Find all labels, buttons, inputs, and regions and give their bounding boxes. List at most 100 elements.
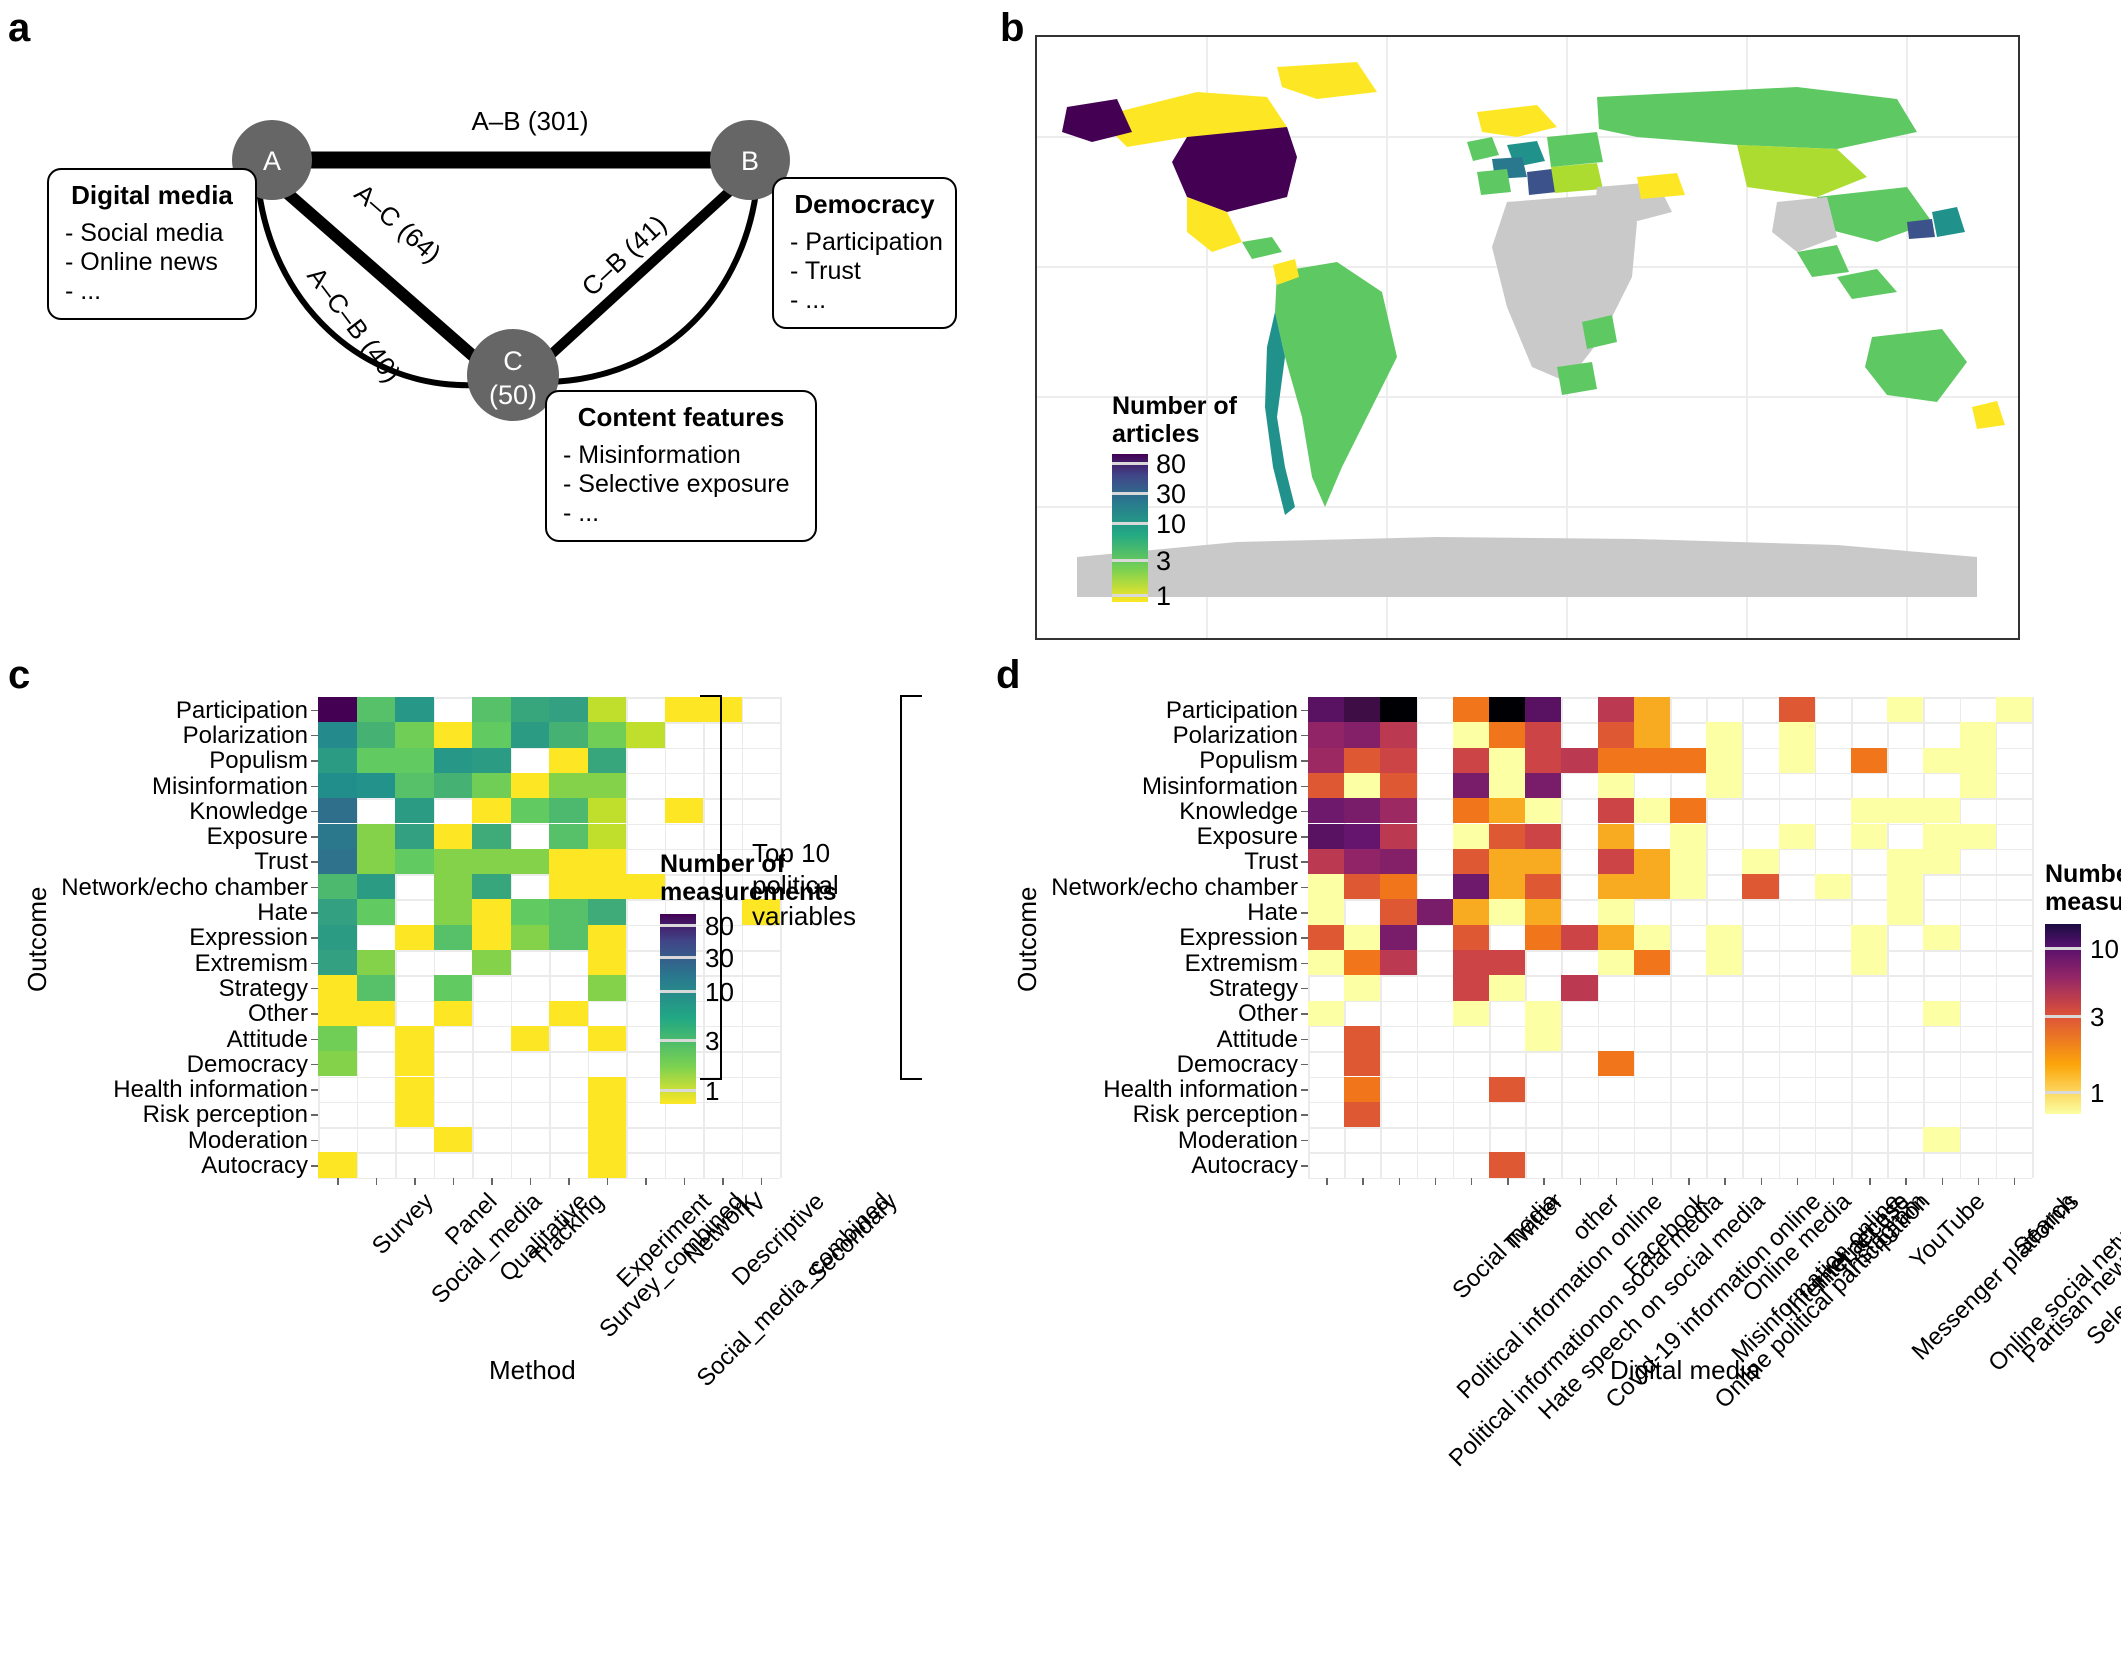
heatmap-cell bbox=[318, 798, 357, 824]
heatmap-cell bbox=[587, 697, 626, 723]
heatmap-cell bbox=[1633, 697, 1670, 723]
map-frame: Number of articles 80 30 10 3 1 bbox=[1035, 35, 2020, 640]
heatmap-cell bbox=[1959, 823, 1996, 849]
node-c-label: C bbox=[503, 346, 523, 376]
d-x-tickmark bbox=[1651, 1177, 1654, 1185]
heatmap-cell bbox=[549, 899, 588, 925]
heatmap-cell bbox=[1489, 975, 1526, 1001]
d-x-tickmark bbox=[1688, 1177, 1690, 1185]
heatmap-cell bbox=[587, 1076, 626, 1102]
heatmap-cell bbox=[587, 798, 626, 824]
heatmap-cell bbox=[1380, 722, 1417, 748]
heatmap-cell bbox=[587, 924, 626, 950]
heatmap-cell bbox=[1670, 874, 1707, 900]
heatmap-cell bbox=[1344, 747, 1381, 773]
heatmap-cell bbox=[1344, 874, 1381, 900]
heatmap-cell bbox=[549, 848, 588, 875]
d-x-tickmark bbox=[1434, 1177, 1437, 1185]
heatmap-cell bbox=[510, 722, 549, 748]
heatmap-cell bbox=[395, 798, 434, 824]
heatmap-cell bbox=[318, 823, 357, 849]
heatmap-cell bbox=[1923, 1000, 1960, 1026]
d-x-axis-title: Digital media bbox=[1610, 1355, 1761, 1385]
heatmap-cell bbox=[510, 798, 549, 824]
c-y-tick-18: Autocracy bbox=[201, 1152, 308, 1180]
heatmap-cell bbox=[1344, 1101, 1381, 1128]
panel-d-heatmap: Participation Polarization Populism Misinfo… bbox=[990, 655, 2121, 1665]
d-x-tickmark bbox=[1543, 1177, 1545, 1185]
infobox-democracy-item-1: - Trust bbox=[790, 257, 861, 285]
d-y-tick-2: Populism bbox=[1199, 747, 1298, 775]
d-x-tick-18: Search bbox=[2007, 1187, 2081, 1261]
map-russia bbox=[1597, 87, 1917, 149]
d-x-tickmark bbox=[1579, 1177, 1581, 1185]
map-africa bbox=[1492, 195, 1637, 382]
heatmap-cell bbox=[1344, 1025, 1381, 1052]
heatmap-cell bbox=[1742, 848, 1779, 875]
heatmap-cell bbox=[1887, 798, 1924, 824]
d-y-tick-8: Hate bbox=[1247, 899, 1298, 927]
heatmap-cell bbox=[1489, 772, 1526, 799]
infobox-digital-media: Digital media - Social media - Online ne… bbox=[47, 168, 257, 320]
heatmap-cell bbox=[1344, 722, 1381, 748]
heatmap-cell bbox=[472, 798, 511, 824]
heatmap-cell bbox=[395, 722, 434, 748]
heatmap-cell bbox=[1959, 722, 1996, 748]
legend-title-line1: Number of bbox=[2045, 860, 2121, 888]
heatmap-cell bbox=[1380, 874, 1417, 900]
heatmap-cell bbox=[1452, 874, 1489, 900]
infobox-democracy: Democracy - Participation - Trust - ... bbox=[772, 177, 957, 329]
heatmap-cell bbox=[1452, 1000, 1489, 1026]
gridline-h bbox=[318, 1177, 780, 1180]
node-c-sublabel: (50) bbox=[489, 380, 537, 410]
d-y-tick-labels: Participation Polarization Populism Misinfo… bbox=[1051, 697, 1298, 1178]
c-x-axis-title: Method bbox=[489, 1355, 576, 1385]
c-y-tickmark bbox=[311, 886, 318, 889]
c-y-tickmark bbox=[311, 1038, 318, 1041]
heatmap-cell bbox=[1561, 975, 1598, 1001]
heatmap-cell bbox=[318, 1025, 357, 1052]
heatmap-cell bbox=[1959, 772, 1996, 799]
heatmap-cell bbox=[1308, 899, 1345, 925]
heatmap-cell bbox=[1959, 747, 1996, 773]
c-y-tickmark bbox=[311, 785, 318, 788]
bracket-line-2: political bbox=[752, 869, 839, 900]
d-y-tick-13: Attitude bbox=[1216, 1025, 1298, 1053]
infobox-digital-media-item-2: - ... bbox=[65, 277, 102, 305]
heatmap-cell bbox=[1851, 924, 1888, 950]
gridline-h bbox=[318, 1127, 780, 1129]
heatmap-cell bbox=[1633, 924, 1670, 950]
gridline-h bbox=[1308, 1177, 2032, 1180]
d-y-tickmark bbox=[1301, 810, 1308, 813]
c-y-tickmark bbox=[311, 1063, 318, 1066]
heatmap-cell bbox=[1633, 950, 1670, 976]
heatmap-cell bbox=[433, 722, 472, 748]
heatmap-cell bbox=[1525, 823, 1562, 849]
c-x-tick-0: Survey bbox=[367, 1187, 440, 1260]
d-x-tickmark bbox=[1470, 1177, 1473, 1185]
c-y-tick-15: Health information bbox=[113, 1076, 308, 1104]
c-y-tick-6: Trust bbox=[254, 848, 308, 876]
heatmap-cell bbox=[1489, 697, 1526, 723]
d-x-tickmark bbox=[1869, 1177, 1871, 1185]
c-y-tickmark bbox=[311, 912, 318, 914]
map-legend-title-line1: Number of bbox=[1112, 392, 1237, 420]
heatmap-cell bbox=[1525, 1000, 1562, 1026]
map-south-africa bbox=[1557, 362, 1597, 395]
heatmap-cell bbox=[1814, 874, 1851, 900]
c-y-tick-17: Moderation bbox=[187, 1126, 308, 1154]
d-y-tickmark bbox=[1301, 836, 1308, 838]
map-spain bbox=[1477, 169, 1511, 195]
heatmap-cell bbox=[1308, 950, 1345, 976]
node-b-label: B bbox=[741, 146, 759, 176]
heatmap-cell bbox=[472, 924, 511, 950]
d-y-tickmark bbox=[1301, 709, 1308, 712]
heatmap-cell bbox=[1452, 747, 1489, 773]
node-a-label: A bbox=[263, 146, 281, 176]
heatmap-cell bbox=[1561, 924, 1598, 950]
heatmap-cell bbox=[1308, 924, 1345, 950]
gridline-v bbox=[1995, 697, 1998, 1178]
d-y-tick-6: Trust bbox=[1244, 848, 1298, 876]
infobox-content-features-item-2: - ... bbox=[563, 499, 600, 527]
legend-colorbar bbox=[660, 914, 696, 1104]
